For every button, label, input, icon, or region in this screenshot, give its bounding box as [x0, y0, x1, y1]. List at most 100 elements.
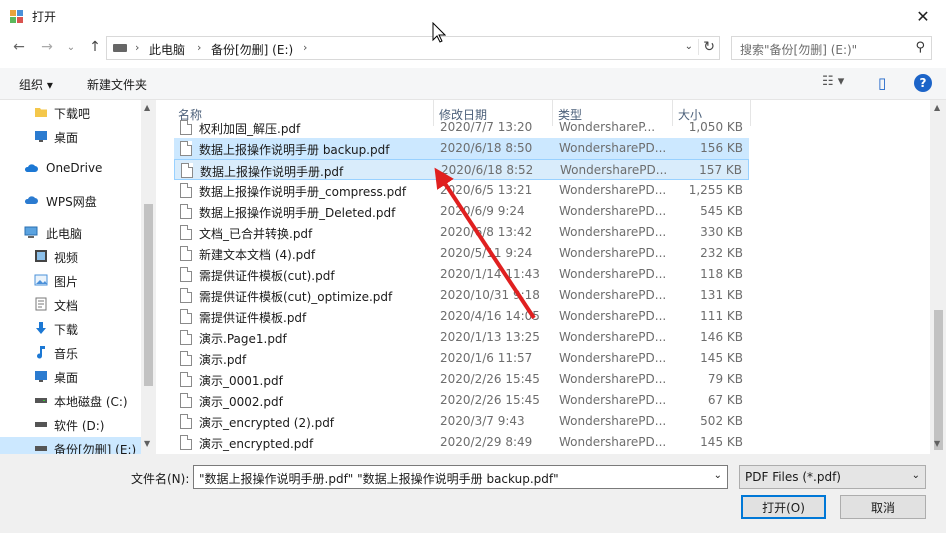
forward-icon[interactable]: →: [36, 36, 58, 58]
address-dropdown-icon[interactable]: ⌄: [685, 41, 693, 52]
table-row[interactable]: 数据上报操作说明手册.pdf 2020/6/18 8:52 WondershareP…: [174, 159, 749, 180]
file-name: 数据上报操作说明手册_compress.pdf: [199, 185, 407, 199]
table-row[interactable]: 演示.pdf 2020/1/6 11:57 WondersharePD... 145 …: [174, 348, 749, 369]
view-options-icon[interactable]: ☷ ▾: [822, 74, 844, 89]
breadcrumb-drive-e[interactable]: 备份[勿删] (E:): [211, 41, 293, 58]
file-name: 演示_encrypted (2).pdf: [199, 416, 335, 430]
search-input[interactable]: 搜索"备份[勿删] (E:)" ⚲: [731, 36, 932, 60]
file-type: WondersharePD...: [559, 141, 667, 155]
file-name: 数据上报操作说明手册.pdf: [200, 165, 344, 179]
chevron-down-icon[interactable]: ⌄: [714, 470, 722, 481]
filename-label: 文件名(N):: [131, 472, 190, 486]
sidebar-item-pictures[interactable]: 图片: [0, 269, 141, 291]
file-type: WondersharePD...: [559, 225, 667, 239]
breadcrumb-separator: ›: [197, 41, 202, 54]
recent-locations-icon[interactable]: ⌄: [60, 36, 82, 58]
file-date: 2020/6/18 8:50: [440, 141, 533, 155]
sidebar-item-xiazaiba[interactable]: 下载吧: [0, 101, 141, 123]
drive-icon: [35, 446, 47, 451]
sidebar-item-drive-d[interactable]: 软件 (D:): [0, 413, 141, 435]
table-row[interactable]: 权利加固_解压.pdf 2020/7/7 13:20 WondershareP...…: [174, 117, 749, 138]
table-row[interactable]: 演示_encrypted.pdf 2020/2/29 8:49 Wondershar…: [174, 432, 749, 453]
table-row[interactable]: 需提供证件模板(cut)_optimize.pdf 2020/10/31 9:18…: [174, 285, 749, 306]
scroll-down-icon[interactable]: ▼: [934, 439, 940, 448]
scroll-up-icon[interactable]: ▲: [144, 103, 150, 112]
scrollbar-thumb[interactable]: [144, 204, 153, 386]
table-row[interactable]: 演示.Page1.pdf 2020/1/13 13:25 WondersharePD…: [174, 327, 749, 348]
help-icon[interactable]: ?: [914, 74, 932, 92]
cancel-button[interactable]: 取消: [840, 495, 926, 519]
file-name: 演示.Page1.pdf: [199, 332, 287, 346]
address-bar[interactable]: › 此电脑 › 备份[勿删] (E:) › ⌄ ↻: [106, 36, 720, 60]
file-name: 新建文本文档 (4).pdf: [199, 248, 316, 262]
table-row[interactable]: 文档_已合并转换.pdf 2020/6/8 13:42 WondersharePD.…: [174, 222, 749, 243]
file-date: 2020/6/9 9:24: [440, 204, 525, 218]
close-icon[interactable]: ✕: [900, 0, 946, 32]
filename-field[interactable]: "数据上报操作说明手册.pdf" "数据上报操作说明手册 backup.pdf"…: [193, 465, 728, 489]
pdf-file-icon: [180, 267, 192, 282]
search-placeholder: 搜索"备份[勿删] (E:)": [740, 43, 858, 57]
column-divider[interactable]: [750, 100, 751, 126]
table-row[interactable]: 数据上报操作说明手册_Deleted.pdf 2020/6/9 9:24 Wonde…: [174, 201, 749, 222]
file-size: 67 KB: [707, 393, 743, 407]
table-row[interactable]: 新建文本文档 (4).pdf 2020/5/11 9:24 WondershareP…: [174, 243, 749, 264]
table-row[interactable]: 需提供证件模板(cut).pdf 2020/1/14 11:43 Wondersha…: [174, 264, 749, 285]
file-date: 2020/10/31 9:18: [440, 288, 540, 302]
file-type: WondersharePD...: [559, 372, 667, 386]
sidebar-item-downloads[interactable]: 下载: [0, 317, 141, 339]
file-size: 131 KB: [700, 288, 743, 302]
refresh-icon[interactable]: ↻: [698, 39, 715, 55]
file-type: WondersharePD...: [559, 246, 667, 260]
scroll-down-icon[interactable]: ▼: [144, 439, 150, 448]
sidebar-item-documents[interactable]: 文档: [0, 293, 141, 315]
organize-button[interactable]: 组织 ▾: [19, 76, 53, 93]
file-type: WondersharePD...: [559, 267, 667, 281]
navigation-bar: ← → ⌄ ↑ › 此电脑 › 备份[勿删] (E:) › ⌄ ↻ 搜索"备份[…: [0, 34, 946, 62]
file-size: 502 KB: [700, 414, 743, 428]
video-icon: [35, 250, 47, 262]
sidebar-item-music[interactable]: 音乐: [0, 341, 141, 363]
dialog-footer: 文件名(N): "数据上报操作说明手册.pdf" "数据上报操作说明手册 bac…: [0, 454, 946, 533]
sidebar-item-onedrive[interactable]: OneDrive: [0, 157, 141, 179]
table-row[interactable]: 数据上报操作说明手册 backup.pdf 2020/6/18 8:50 Wonde…: [174, 138, 749, 159]
table-row[interactable]: 演示_encrypted (2).pdf 2020/3/7 9:43 Wonders…: [174, 411, 749, 432]
new-folder-button[interactable]: 新建文件夹: [87, 76, 147, 93]
sidebar-item-this-pc[interactable]: 此电脑: [0, 221, 141, 243]
file-date: 2020/2/26 15:45: [440, 372, 540, 386]
drive-icon: [35, 422, 47, 427]
file-type: WondersharePD...: [559, 414, 667, 428]
sidebar-item-desktop[interactable]: 桌面: [0, 125, 141, 147]
breadcrumb-this-pc[interactable]: 此电脑: [149, 41, 185, 58]
file-name: 演示.pdf: [199, 353, 247, 367]
sidebar-item-wps-drive[interactable]: WPS网盘: [0, 189, 141, 211]
file-size: 232 KB: [700, 246, 743, 260]
pdf-file-icon: [180, 414, 192, 429]
desktop-icon: [35, 371, 47, 382]
file-type-select[interactable]: PDF Files (*.pdf) ⌄: [739, 465, 926, 489]
scroll-up-icon[interactable]: ▲: [934, 103, 940, 112]
sidebar-item-drive-e[interactable]: 备份[勿删] (E:): [0, 437, 141, 454]
navigation-pane-scrollbar[interactable]: ▲ ▼: [141, 100, 156, 454]
file-size: 1,050 KB: [688, 120, 743, 134]
drive-icon: [113, 44, 127, 52]
file-name: 演示_encrypted.pdf: [199, 437, 314, 451]
table-row[interactable]: 数据上报操作说明手册_compress.pdf 2020/6/5 13:21 Won…: [174, 180, 749, 201]
open-button[interactable]: 打开(O): [741, 495, 826, 519]
back-icon[interactable]: ←: [8, 36, 30, 58]
scrollbar-thumb[interactable]: [934, 310, 943, 450]
table-row[interactable]: 演示_0001.pdf 2020/2/26 15:45 WondersharePD.…: [174, 369, 749, 390]
sidebar-item-drive-c[interactable]: 本地磁盘 (C:): [0, 389, 141, 411]
pdf-file-icon: [180, 246, 192, 261]
table-row[interactable]: 需提供证件模板.pdf 2020/4/16 14:05 WondersharePD.…: [174, 306, 749, 327]
file-name: 权利加固_解压.pdf: [199, 122, 301, 136]
sidebar-item-desktop-2[interactable]: 桌面: [0, 365, 141, 387]
sidebar-item-videos[interactable]: 视频: [0, 245, 141, 267]
table-row[interactable]: 演示_0002.pdf 2020/2/26 15:45 WondersharePD.…: [174, 390, 749, 411]
file-date: 2020/4/16 14:05: [440, 309, 540, 323]
pdf-file-icon: [180, 288, 192, 303]
file-type: WondersharePD...: [559, 435, 667, 449]
file-list-scrollbar[interactable]: ▲ ▼: [930, 100, 946, 454]
file-size: 156 KB: [700, 141, 743, 155]
preview-pane-icon[interactable]: ▯: [878, 74, 886, 92]
up-folder-icon[interactable]: ↑: [84, 36, 106, 58]
